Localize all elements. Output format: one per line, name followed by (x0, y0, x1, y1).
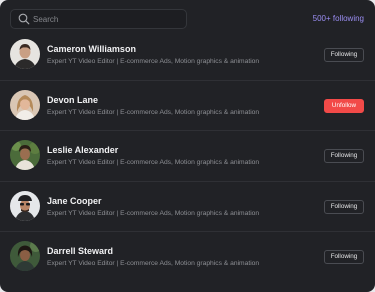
user-name[interactable]: Jane Cooper (47, 196, 102, 206)
user-list: Cameron Williamson Expert YT Video Edito… (0, 30, 375, 283)
user-description: Expert YT Video Editor | E-commerce Ads,… (47, 260, 260, 267)
search-box[interactable] (10, 9, 187, 29)
search-input[interactable] (33, 11, 181, 28)
avatar (10, 89, 40, 120)
user-description: Expert YT Video Editor | E-commerce Ads,… (47, 209, 260, 217)
top-bar: 500+ following (10, 9, 366, 29)
list-item: Darrell Steward Expert YT Video Editor |… (0, 232, 375, 283)
following-panel: 500+ following Cameron Williamson Expert… (0, 0, 375, 292)
list-item: Leslie Alexander Expert YT Video Editor … (0, 131, 375, 182)
following-button[interactable]: Following (324, 149, 364, 163)
following-button[interactable]: Following (324, 48, 364, 62)
following-button[interactable]: Following (324, 199, 364, 214)
following-button[interactable]: Following (324, 250, 364, 264)
list-item: Jane Cooper Expert YT Video Editor | E-c… (0, 182, 375, 232)
list-item: Cameron Williamson Expert YT Video Edito… (0, 30, 375, 81)
user-description: Expert YT Video Editor | E-commerce Ads,… (47, 58, 260, 65)
user-name[interactable]: Cameron Williamson (47, 44, 136, 54)
user-description: Expert YT Video Editor | E-commerce Ads,… (47, 159, 260, 166)
user-description: Expert YT Video Editor | E-commerce Ads,… (47, 108, 260, 116)
avatar (10, 241, 40, 271)
user-name[interactable]: Devon Lane (47, 95, 98, 105)
search-icon (18, 13, 30, 25)
user-name[interactable]: Leslie Alexander (47, 145, 118, 155)
list-item: Devon Lane Expert YT Video Editor | E-co… (0, 81, 375, 131)
following-count[interactable]: 500+ following (313, 14, 364, 23)
unfollow-button[interactable]: Unfollow (324, 98, 364, 113)
avatar (10, 190, 40, 221)
user-name[interactable]: Darrell Steward (47, 246, 113, 256)
avatar (10, 140, 40, 170)
avatar (10, 39, 40, 69)
